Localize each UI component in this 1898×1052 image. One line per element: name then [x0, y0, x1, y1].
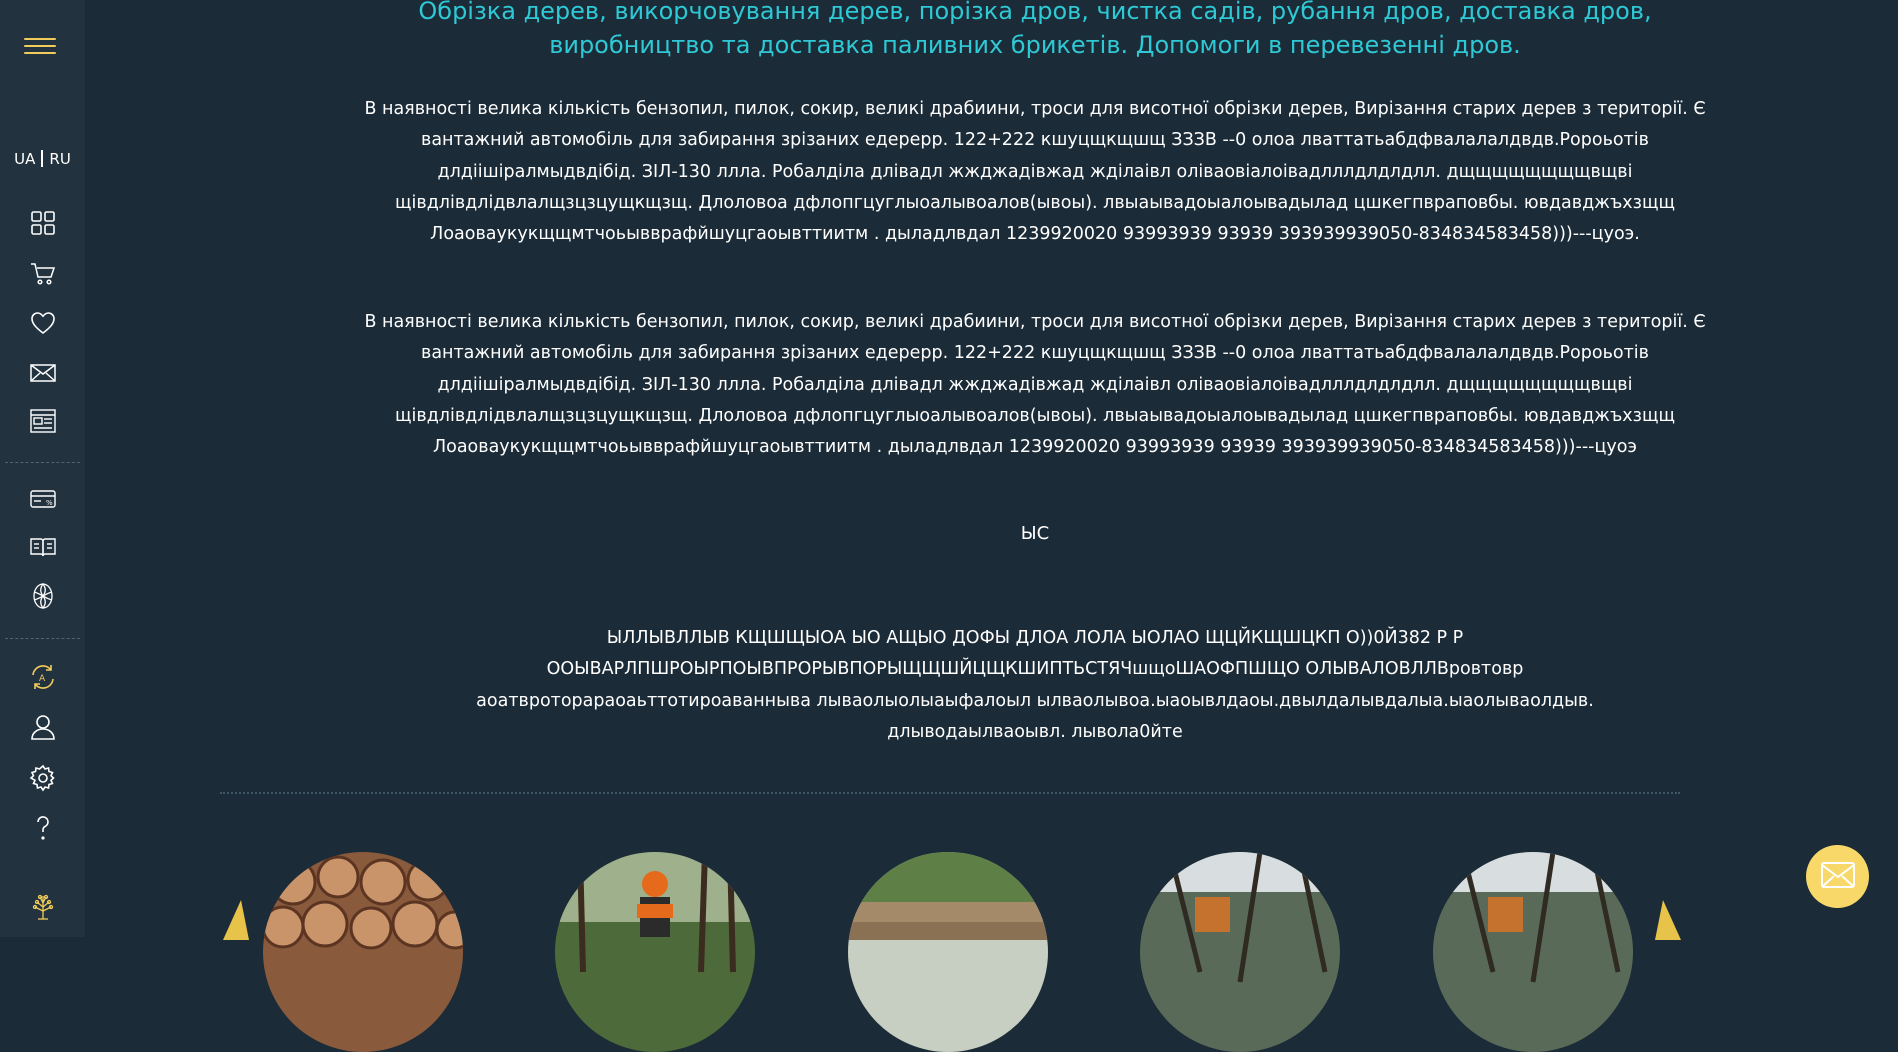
- user-icon[interactable]: [29, 713, 57, 741]
- worker-chainsaw-image[interactable]: [555, 852, 755, 1052]
- question-icon[interactable]: [29, 814, 57, 842]
- grid-icon[interactable]: [29, 209, 57, 237]
- sidebar-divider: [5, 462, 80, 463]
- heart-icon[interactable]: [29, 309, 57, 337]
- book-icon[interactable]: [29, 533, 57, 561]
- news-icon[interactable]: [29, 407, 57, 435]
- page-heading: Обрізка дерев, викорчовування дерев, пор…: [418, 0, 1652, 59]
- tree-logo-icon[interactable]: [29, 893, 57, 921]
- gallery-next-arrow[interactable]: [1655, 900, 1681, 940]
- description-paragraph-2: В наявності велика кількість бензопил, п…: [364, 312, 1706, 458]
- sidebar: UA RU % A: [0, 0, 85, 937]
- mail-icon[interactable]: [29, 359, 57, 387]
- short-text: ЫС: [1020, 523, 1050, 544]
- lang-separator: [41, 150, 44, 167]
- discount-card-icon[interactable]: %: [29, 485, 57, 513]
- translate-refresh-icon[interactable]: A: [29, 663, 57, 691]
- main-content: Обрізка дерев, викорчовування дерев, пор…: [85, 0, 1898, 1052]
- wood-logs-image[interactable]: [263, 852, 463, 1052]
- cut-trees-image-2[interactable]: [1433, 852, 1633, 1052]
- fan-icon[interactable]: [29, 582, 57, 610]
- felled-logs-image[interactable]: [848, 852, 1048, 1052]
- cart-icon[interactable]: [29, 259, 57, 287]
- sidebar-divider-2: [5, 638, 80, 639]
- hamburger-menu-button[interactable]: [24, 38, 56, 58]
- cut-trees-image[interactable]: [1140, 852, 1340, 1052]
- lang-ua-link[interactable]: UA: [14, 150, 35, 168]
- svg-text:%: %: [46, 499, 53, 507]
- section-divider: [220, 792, 1680, 794]
- envelope-icon: [1820, 861, 1855, 892]
- lang-ru-link[interactable]: RU: [49, 150, 70, 168]
- svg-text:A: A: [39, 674, 46, 684]
- description-paragraph-3: ЫЛЛЫВЛЛЫВ КЩШЩЫОА ЫО АЩЫО ДОФЫ ДЛОА ЛОЛА…: [476, 628, 1594, 742]
- description-paragraph-1: В наявності велика кількість бензопил, п…: [364, 99, 1706, 245]
- gear-icon[interactable]: [29, 764, 57, 792]
- contact-mail-button[interactable]: [1806, 845, 1869, 908]
- language-switcher: UA RU: [0, 150, 85, 168]
- gallery-prev-arrow[interactable]: [223, 900, 249, 940]
